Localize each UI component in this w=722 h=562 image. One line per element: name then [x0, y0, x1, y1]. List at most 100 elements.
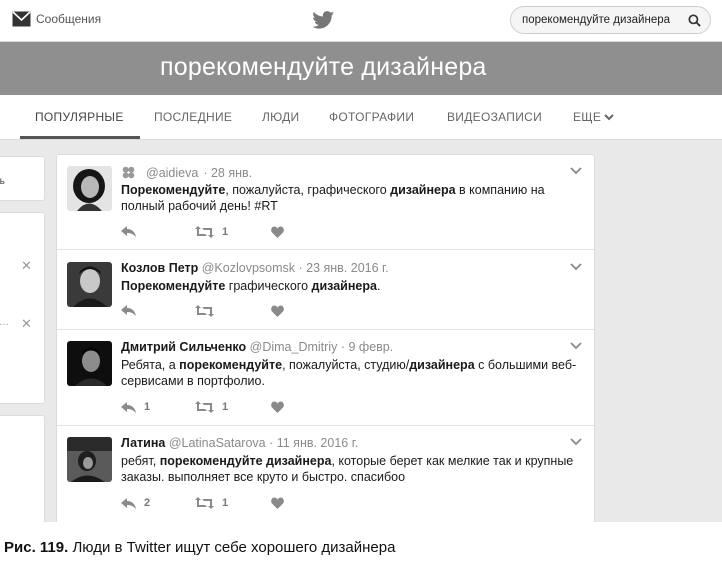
user-name[interactable]: Дмитрий Сильченко: [121, 340, 246, 354]
tweet-date[interactable]: · 28 янв.: [203, 166, 252, 180]
like-button[interactable]: [271, 226, 284, 238]
messages-label: Сообщения: [36, 12, 102, 26]
tab-photos[interactable]: ФОТОГРАФИИ: [329, 110, 414, 124]
chevron-down-icon[interactable]: [570, 263, 582, 271]
left-card-cut-text: ть: [0, 176, 5, 187]
highlighted-term: Порекомендуйте: [121, 183, 226, 197]
close-icon[interactable]: ✕: [21, 316, 32, 332]
search-icon[interactable]: [688, 14, 701, 27]
top-navigation-bar: Сообщения: [0, 0, 722, 42]
heart-icon: [271, 226, 284, 238]
tweet-text-fragment: .: [376, 279, 381, 293]
tweet-text: ребят, порекомендуйте дизайнера, которые…: [121, 453, 581, 485]
heart-icon: [271, 305, 284, 317]
search-input[interactable]: [522, 14, 682, 26]
like-button[interactable]: [271, 401, 284, 413]
clover-icon: [122, 166, 135, 179]
tab-videos[interactable]: ВИДЕОЗАПИСИ: [447, 110, 542, 124]
tab-more-label: ЕЩЕ: [573, 110, 602, 124]
chevron-down-icon[interactable]: [570, 342, 582, 350]
tweet-timeline: @aidieva · 28 янв. Порекомендуйте, пожал…: [56, 154, 595, 522]
tab-people[interactable]: ЛЮДИ: [262, 110, 299, 124]
tweet-item[interactable]: @aidieva · 28 янв. Порекомендуйте, пожал…: [57, 155, 594, 250]
tweet-text-fragment: графического: [225, 279, 312, 293]
retweet-icon: [195, 401, 214, 413]
tweet-date[interactable]: · 23 янв. 2016 г.: [299, 261, 389, 275]
retweet-icon: [195, 497, 214, 509]
tweet-date[interactable]: · 11 янв. 2016 г.: [269, 436, 358, 450]
tweet-text-fragment: ребят,: [121, 454, 160, 468]
tweet-item[interactable]: Латина @LatinaSatarova · 11 янв. 2016 г.…: [57, 426, 594, 522]
reply-icon: [121, 497, 136, 509]
highlighted-term: порекомендуйте дизайнера: [159, 454, 332, 468]
like-button[interactable]: [271, 305, 284, 317]
highlighted-term: дизайнера: [311, 279, 377, 293]
left-card-top: ть: [0, 156, 45, 201]
tweet-item[interactable]: Дмитрий Сильченко @Dima_Dmitriy · 9 февр…: [57, 330, 594, 426]
retweet-count: 1: [222, 497, 229, 509]
reply-count: 2: [144, 497, 151, 509]
chevron-down-icon[interactable]: [570, 167, 582, 175]
retweet-count: 1: [222, 401, 229, 413]
reply-button[interactable]: 1: [121, 401, 150, 413]
retweet-button[interactable]: 1: [195, 226, 228, 238]
tweet-text-fragment: , пожалуйста, студию/: [282, 358, 410, 372]
heart-icon: [271, 401, 284, 413]
chevron-down-icon: [604, 113, 614, 120]
reply-button[interactable]: [121, 226, 144, 237]
user-handle[interactable]: @Dima_Dmitriy: [250, 340, 338, 354]
retweet-button[interactable]: 1: [195, 401, 228, 413]
highlighted-term: Порекомендуйте: [121, 279, 226, 293]
search-query-banner: порекомендуйте дизайнера: [0, 42, 722, 95]
chevron-down-icon[interactable]: [570, 438, 582, 446]
tab-popular[interactable]: ПОПУЛЯРНЫЕ: [35, 110, 124, 124]
retweet-button[interactable]: 1: [195, 497, 228, 509]
search-tabs: ПОПУЛЯРНЫЕ ПОСЛЕДНИЕ ЛЮДИ ФОТОГРАФИИ ВИД…: [0, 95, 722, 140]
highlighted-term: порекомендуйте: [179, 358, 283, 372]
highlighted-term: дизайнера: [409, 358, 475, 372]
user-name[interactable]: Козлов Петр: [121, 261, 198, 275]
tweet-text: Ребята, а порекомендуйте, пожалуйста, ст…: [121, 357, 581, 389]
reply-button[interactable]: [121, 305, 144, 316]
avatar[interactable]: [67, 437, 112, 482]
messages-link[interactable]: Сообщения: [12, 11, 101, 27]
tweet-text-fragment: , пожалуйста, графического: [225, 183, 391, 197]
close-icon[interactable]: ✕: [21, 258, 32, 274]
retweet-icon: [195, 305, 214, 317]
heart-icon: [271, 497, 284, 509]
reply-icon: [121, 226, 136, 237]
ellipsis-icon: …: [0, 317, 9, 328]
tab-more[interactable]: ЕЩЕ: [573, 110, 614, 124]
user-handle[interactable]: @aidieva: [146, 166, 198, 180]
user-handle[interactable]: @Kozlovpsomsk: [202, 261, 295, 275]
tweet-item[interactable]: Козлов Петр @Kozlovpsomsk · 23 янв. 2016…: [57, 250, 594, 330]
avatar[interactable]: [67, 341, 112, 386]
user-name[interactable]: Латина: [121, 436, 165, 450]
left-card-bottom: [0, 415, 45, 522]
reply-button[interactable]: 2: [121, 497, 150, 509]
retweet-button[interactable]: [195, 305, 222, 317]
reply-count: 1: [144, 401, 151, 413]
envelope-icon: [12, 11, 31, 27]
reply-icon: [121, 305, 136, 316]
active-tab-indicator: [20, 136, 140, 139]
like-button[interactable]: [271, 497, 284, 509]
tweet-text: Порекомендуйте, пожалуйста, графического…: [121, 182, 581, 214]
highlighted-term: дизайнера: [390, 183, 456, 197]
figure-caption: Рис. 119. Люди в Twitter ищут себе хорош…: [4, 539, 395, 556]
twitter-bird-icon[interactable]: [312, 11, 334, 29]
user-handle[interactable]: @LatinaSatarova: [169, 436, 266, 450]
retweet-count: 1: [222, 226, 229, 238]
figure-label: Рис. 119.: [4, 539, 69, 556]
tweet-text: Порекомендуйте графического дизайнера.: [121, 278, 581, 294]
avatar[interactable]: [67, 262, 112, 307]
tab-latest[interactable]: ПОСЛЕДНИЕ: [154, 110, 232, 124]
avatar[interactable]: [67, 166, 112, 211]
search-box[interactable]: [510, 6, 711, 34]
reply-icon: [121, 401, 136, 413]
figure-text: Люди в Twitter ищут себе хорошего дизайн…: [72, 539, 396, 556]
left-card-suggestions: ✕ … ✕: [0, 212, 45, 404]
tweet-date[interactable]: · 9 февр.: [341, 340, 393, 354]
page-title: порекомендуйте дизайнера: [160, 53, 487, 81]
search-results-area: ть ✕ … ✕ @aidieva: [0, 140, 722, 522]
